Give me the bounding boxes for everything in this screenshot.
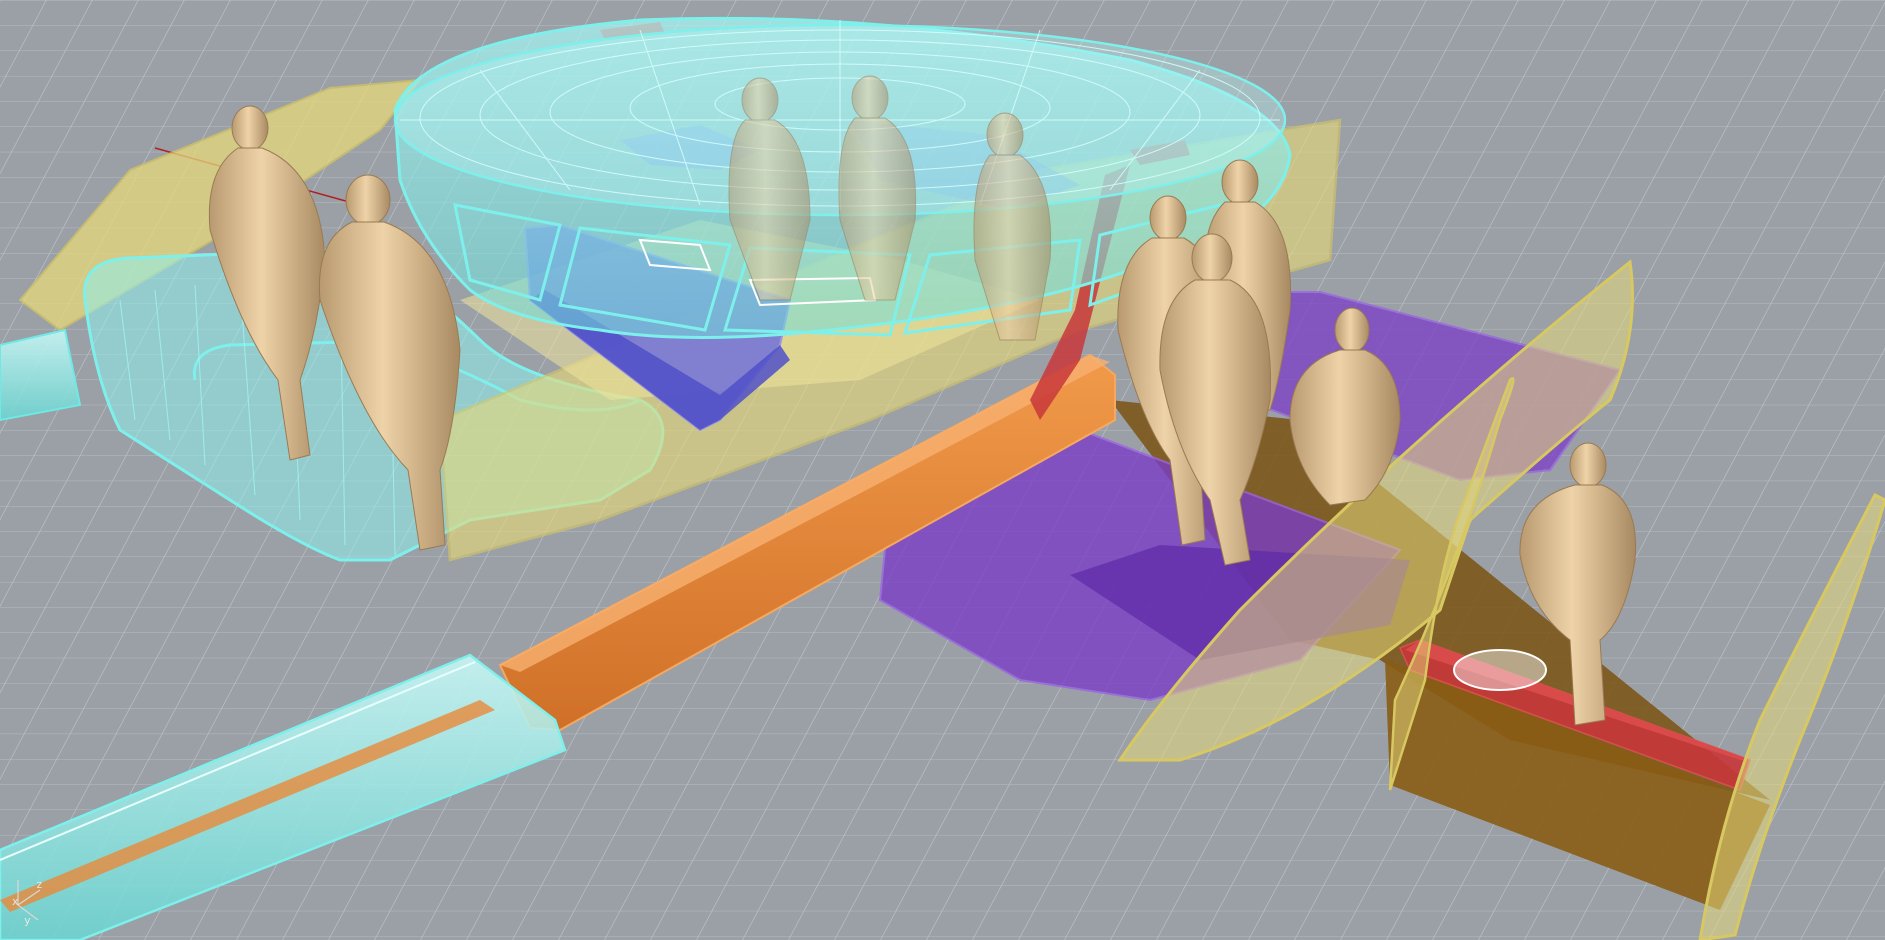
scene-canvas[interactable]: z x y — [0, 0, 1885, 940]
axis-z-label: z — [36, 878, 43, 891]
3d-viewport[interactable]: z x y — [0, 0, 1885, 940]
axis-y-label: y — [24, 914, 31, 927]
cyan-tube-left — [0, 328, 82, 422]
axis-x-label: x — [12, 895, 19, 908]
